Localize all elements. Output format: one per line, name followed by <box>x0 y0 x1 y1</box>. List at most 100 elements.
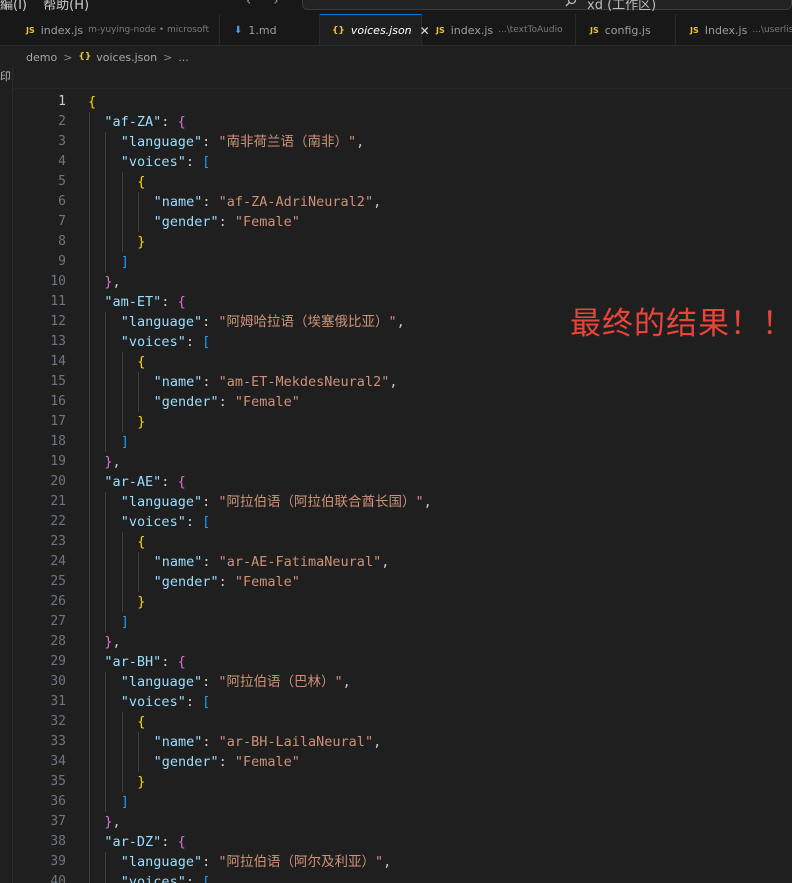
breadcrumb: demo > {} voices.json > ... <box>0 46 792 68</box>
line-number: 26 <box>50 594 66 609</box>
tab-index-js-userlist[interactable]: JS Index.js ...\userlist <box>676 14 792 45</box>
code-line[interactable]: 33 "name": "ar-BH-LailaNeural", <box>0 732 792 752</box>
code-line[interactable]: 1{ <box>0 92 792 112</box>
breadcrumb-symbol[interactable]: ... <box>178 51 189 64</box>
code-text: "voices": [ <box>120 694 211 710</box>
code-text: "voices": [ <box>120 154 211 170</box>
line-number: 19 <box>50 454 66 469</box>
json-file-icon: {} <box>78 52 92 62</box>
code-text: }, <box>104 454 121 470</box>
back-arrow-icon[interactable]: ‹ <box>246 0 251 9</box>
editor-tab-bar: JS index.js m-yuying-node • microsoft ⬇ … <box>0 14 792 46</box>
tab-config-js[interactable]: JS config.js <box>576 14 676 45</box>
code-line[interactable]: 27] <box>0 612 792 632</box>
code-text: { <box>137 174 146 190</box>
code-line[interactable]: 38 "ar-DZ": { <box>0 832 792 852</box>
code-line[interactable]: 2 "af-ZA": { <box>0 112 792 132</box>
code-line[interactable]: 37}, <box>0 812 792 832</box>
forward-arrow-icon[interactable]: › <box>273 0 278 9</box>
tab-index-js-microsoft[interactable]: JS index.js m-yuying-node • microsoft <box>12 14 220 45</box>
code-text: } <box>137 234 146 250</box>
tab-label: Index.js <box>704 23 748 37</box>
line-number: 22 <box>50 514 66 529</box>
code-line[interactable]: 6 "name": "af-ZA-AdriNeural2", <box>0 192 792 212</box>
code-line[interactable]: 18] <box>0 432 792 452</box>
menu-item-help[interactable]: 帮助(H) <box>43 0 89 13</box>
code-line[interactable]: 8} <box>0 232 792 252</box>
code-line[interactable]: 15 "name": "am-ET-MekdesNeural2", <box>0 372 792 392</box>
code-line[interactable]: 24 "name": "ar-AE-FatimaNeural", <box>0 552 792 572</box>
js-file-icon: JS <box>26 25 35 35</box>
code-editor[interactable]: 1{2 "af-ZA": {3 "language": "南非荷兰语（南非）", 4 "… <box>0 92 792 883</box>
breadcrumb-file[interactable]: voices.json <box>96 51 157 64</box>
code-text: "language": "南非荷兰语（南非）", <box>120 134 365 150</box>
code-line[interactable]: 10}, <box>0 272 792 292</box>
code-line[interactable]: 19}, <box>0 452 792 472</box>
code-line[interactable]: 32 { <box>0 712 792 732</box>
line-number: 13 <box>50 334 66 349</box>
command-center[interactable]: xd (工作区) <box>302 0 792 13</box>
tab-description: ...\textToAudio <box>498 25 563 35</box>
code-line[interactable]: 14 { <box>0 352 792 372</box>
code-line[interactable]: 17} <box>0 412 792 432</box>
code-line[interactable]: 30 "language": "阿拉伯语（巴林）", <box>0 672 792 692</box>
code-line[interactable]: 25 "gender": "Female" <box>0 572 792 592</box>
tab-index-js-texttoaudio[interactable]: JS index.js ...\textToAudio <box>422 14 576 45</box>
menu-bar: 編(I) 帮助(H) <box>0 0 101 13</box>
line-number: 28 <box>50 634 66 649</box>
code-line[interactable]: 29 "ar-BH": { <box>0 652 792 672</box>
code-line[interactable]: 16 "gender": "Female" <box>0 392 792 412</box>
line-number: 33 <box>50 734 66 749</box>
code-text: } <box>137 774 146 790</box>
code-text: "gender": "Female" <box>153 214 300 230</box>
code-line[interactable]: 40 "voices": [ <box>0 872 792 883</box>
code-text: }, <box>104 814 121 830</box>
line-number: 2 <box>58 114 66 129</box>
line-number: 21 <box>50 494 66 509</box>
line-number: 37 <box>50 814 66 829</box>
code-line[interactable]: 9] <box>0 252 792 272</box>
js-file-icon: JS <box>590 25 599 35</box>
code-text: { <box>88 94 97 110</box>
breadcrumb-folder[interactable]: demo <box>26 51 57 64</box>
code-text: ] <box>120 794 129 810</box>
line-number: 25 <box>50 574 66 589</box>
code-line[interactable]: 20 "ar-AE": { <box>0 472 792 492</box>
code-line[interactable]: 23 { <box>0 532 792 552</box>
code-line[interactable]: 36] <box>0 792 792 812</box>
code-line[interactable]: 26} <box>0 592 792 612</box>
js-file-icon: JS <box>436 25 445 35</box>
tab-voices-json[interactable]: {} voices.json ✕ <box>320 14 430 45</box>
tab-label: index.js <box>40 23 84 37</box>
code-text: ] <box>120 434 129 450</box>
code-text: "ar-DZ": { <box>104 834 186 850</box>
line-number: 39 <box>50 854 66 869</box>
code-text: ] <box>120 614 129 630</box>
code-line[interactable]: 5{ <box>0 172 792 192</box>
code-text: "language": "阿拉伯语（巴林）", <box>120 674 351 690</box>
code-text: "name": "ar-AE-FatimaNeural", <box>153 554 390 570</box>
code-line[interactable]: 22 "voices": [ <box>0 512 792 532</box>
code-line[interactable]: 7 "gender": "Female" <box>0 212 792 232</box>
sidebar-edge-glyph: 印 <box>0 70 10 83</box>
line-number: 5 <box>58 174 66 189</box>
line-number: 11 <box>50 294 66 309</box>
code-line[interactable]: 4 "voices": [ <box>0 152 792 172</box>
line-number: 20 <box>50 474 66 489</box>
code-line[interactable]: 3 "language": "南非荷兰语（南非）", <box>0 132 792 152</box>
line-number: 15 <box>50 374 66 389</box>
code-line[interactable]: 28}, <box>0 632 792 652</box>
code-line[interactable]: 21 "language": "阿拉伯语（阿拉伯联合酋长国）", <box>0 492 792 512</box>
code-line[interactable]: 39 "language": "阿拉伯语（阿尔及利亚）", <box>0 852 792 872</box>
breadcrumb-separator: > <box>163 50 173 64</box>
menu-item-edit[interactable]: 編(I) <box>0 0 27 13</box>
tab-label: voices.json <box>350 24 412 37</box>
code-line[interactable]: 34 "gender": "Female" <box>0 752 792 772</box>
code-text: } <box>137 414 146 430</box>
tab-1-md[interactable]: ⬇ 1.md <box>220 14 320 45</box>
code-line[interactable]: 35} <box>0 772 792 792</box>
line-number: 36 <box>50 794 66 809</box>
code-line[interactable]: 31 "voices": [ <box>0 692 792 712</box>
line-number: 7 <box>58 214 66 229</box>
annotation-text: 最终的结果！！ <box>570 306 792 342</box>
